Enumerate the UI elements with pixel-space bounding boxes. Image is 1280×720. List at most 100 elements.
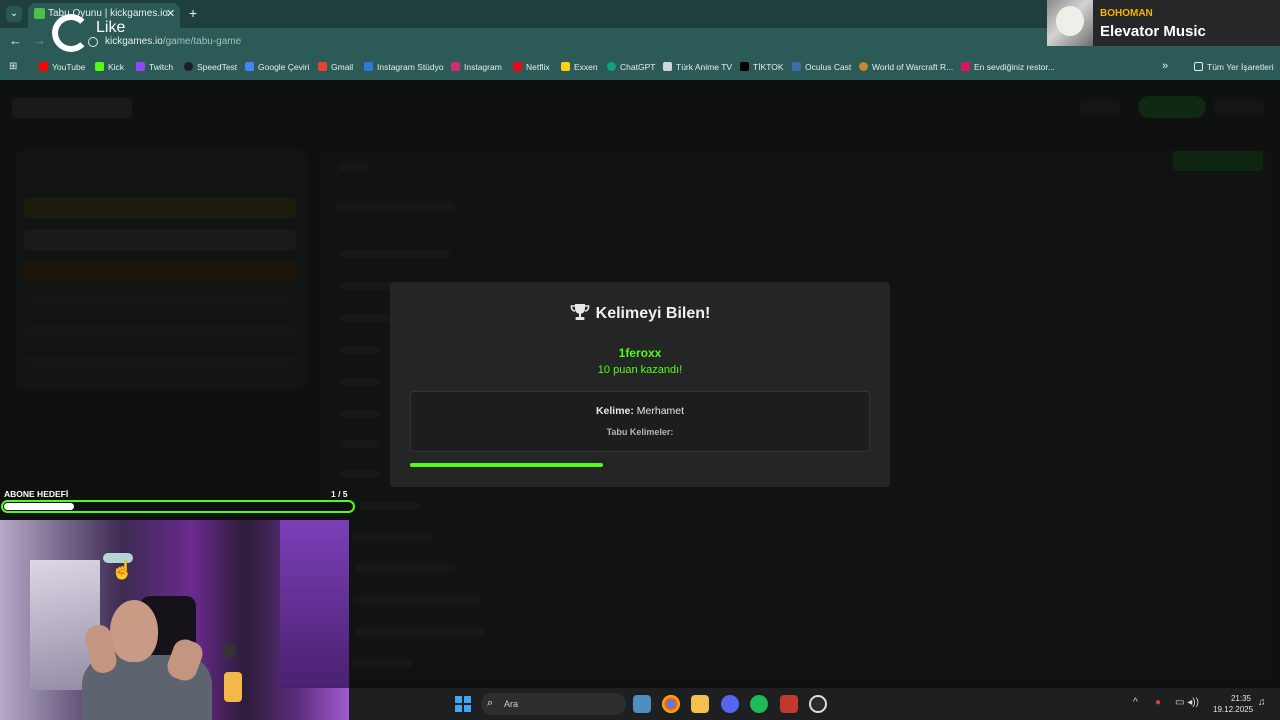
sub-goal-label: ABONE HEDEFİ xyxy=(4,489,69,499)
bookmark-youtube[interactable]: YouTube xyxy=(39,62,85,72)
tab-close-icon[interactable]: ✕ xyxy=(166,7,175,20)
notification-bell-icon[interactable]: ♫ xyxy=(1258,697,1266,708)
header-button xyxy=(1080,99,1120,115)
game-action-button xyxy=(1173,151,1263,171)
bookmark-gmail[interactable]: Gmail xyxy=(318,62,353,72)
windows-start-icon[interactable] xyxy=(455,696,471,712)
hand-cursor-icon: ☝ xyxy=(111,560,134,580)
bookmark-oculus-cast[interactable]: Oculus Cast xyxy=(792,62,851,72)
scoreboard-row-bronze xyxy=(24,261,296,281)
yemeksepeti-icon xyxy=(961,62,970,71)
kickgames-favicon-icon xyxy=(34,8,45,19)
game-line xyxy=(352,533,432,541)
chatgpt-icon xyxy=(607,62,616,71)
game-line xyxy=(352,596,482,604)
header-button xyxy=(1214,99,1264,115)
webcam-wall xyxy=(280,520,349,688)
timer-progress-bar xyxy=(410,463,604,467)
bookmark-turk-anime[interactable]: Türk Anime TV xyxy=(663,62,732,72)
google-translate-icon xyxy=(245,62,254,71)
site-info-icon[interactable] xyxy=(88,37,98,47)
game-line xyxy=(340,470,380,478)
url-path: /game/tabu-game xyxy=(162,36,242,47)
tray-network-volume-icon[interactable]: ▭ ◂)) xyxy=(1175,697,1199,708)
tiktok-icon xyxy=(740,62,749,71)
taskbar-search-placeholder: Ara xyxy=(504,699,519,709)
modal-title: Kelimeyi Bilen! xyxy=(595,305,711,322)
game-line xyxy=(340,410,380,418)
obs-icon[interactable] xyxy=(809,695,827,713)
bookmark-exxen[interactable]: Exxen xyxy=(561,62,598,72)
taskbar-search[interactable] xyxy=(481,693,626,715)
bookmark-instagram[interactable]: Instagram xyxy=(451,62,502,72)
forward-arrow-icon[interactable]: → xyxy=(33,33,46,48)
word-value: Merhamet xyxy=(636,405,685,417)
twitch-icon xyxy=(136,62,145,71)
bookmark-google-translate[interactable]: Google Çeviri xyxy=(245,62,310,72)
more-bookmarks-icon[interactable]: » xyxy=(1162,60,1168,72)
bookmark-instagram-studio[interactable]: Instagram Stüdyo xyxy=(364,62,444,72)
clock-time[interactable]: 21:35 xyxy=(1213,694,1251,703)
chrome-icon[interactable] xyxy=(662,695,680,713)
spotify-icon[interactable] xyxy=(750,695,768,713)
game-line xyxy=(356,628,486,636)
word-line: Kelime: Merhamet xyxy=(410,405,870,417)
bookmark-chatgpt[interactable]: ChatGPT xyxy=(607,62,655,72)
url-host: kickgames.io xyxy=(105,36,163,47)
game-line xyxy=(360,502,420,510)
header-primary-button xyxy=(1138,96,1206,118)
game-line xyxy=(352,659,412,667)
instagram-studio-icon xyxy=(364,62,373,71)
bookmark-speedtest[interactable]: SpeedTest xyxy=(184,62,237,72)
bookmark-restaurant[interactable]: En sevdiğiniz restor... xyxy=(961,62,1055,72)
like-label: Like xyxy=(96,19,126,36)
bookmark-wow[interactable]: World of Warcraft R... xyxy=(859,62,953,72)
scoreboard-row-silver xyxy=(24,230,296,250)
tab-search-icon[interactable]: ⌄ xyxy=(6,6,22,22)
scoreboard-row xyxy=(24,356,296,366)
search-icon: ⌕ xyxy=(487,697,494,709)
game-line xyxy=(356,564,456,572)
new-tab-icon[interactable]: + xyxy=(189,5,197,21)
game-line xyxy=(340,250,450,258)
address-bar[interactable]: kickgames.io/game/tabu-game xyxy=(105,36,241,47)
scoreboard-row xyxy=(24,294,296,304)
file-explorer-icon[interactable] xyxy=(691,695,709,713)
discord-icon[interactable] xyxy=(721,695,739,713)
bookmarks-folder[interactable]: Tüm Yer İşaretleri xyxy=(1194,62,1274,72)
game-line xyxy=(338,163,368,171)
webcam-microphone xyxy=(222,644,236,658)
tray-microphone-icon[interactable]: ● xyxy=(1155,697,1161,708)
webcam-person-head xyxy=(110,600,158,662)
music-artist: BOHOMAN xyxy=(1100,8,1153,19)
oculus-icon xyxy=(792,62,801,71)
back-arrow-icon[interactable]: ← xyxy=(9,33,22,48)
trophy-icon xyxy=(570,304,589,320)
bookmark-kick[interactable]: Kick xyxy=(95,62,124,72)
game-line xyxy=(340,378,380,386)
album-cover-face xyxy=(1056,6,1084,36)
webcam-lamp xyxy=(224,672,242,702)
scoreboard-row-gold xyxy=(24,198,296,218)
bookmark-tiktok[interactable]: TİKTOK xyxy=(740,62,784,72)
taboo-words-label: Tabu Kelimeler: xyxy=(606,427,674,437)
wow-icon xyxy=(859,62,868,71)
word-box xyxy=(410,391,870,452)
turk-anime-icon xyxy=(663,62,672,71)
gmail-icon xyxy=(318,62,327,71)
bookmark-twitch[interactable]: Twitch xyxy=(136,62,173,72)
taskbar-widgets-icon[interactable] xyxy=(633,695,651,713)
bookmark-netflix[interactable]: Netflix xyxy=(513,62,550,72)
clock-date[interactable]: 19.12.2025 xyxy=(1213,705,1253,714)
youtube-icon xyxy=(39,62,48,71)
game-line xyxy=(340,346,380,354)
tray-chevron-up-icon[interactable]: ^ xyxy=(1133,697,1138,708)
folder-icon xyxy=(1194,62,1203,71)
voicemeeter-icon[interactable] xyxy=(780,695,798,713)
modal-title-row: Kelimeyi Bilen! xyxy=(390,303,890,323)
like-logo-icon xyxy=(52,14,90,52)
word-label: Kelime: xyxy=(595,405,634,417)
sub-goal-fill xyxy=(4,503,74,510)
apps-grid-icon[interactable]: ⊞ xyxy=(9,61,17,72)
speedtest-icon xyxy=(184,62,193,71)
